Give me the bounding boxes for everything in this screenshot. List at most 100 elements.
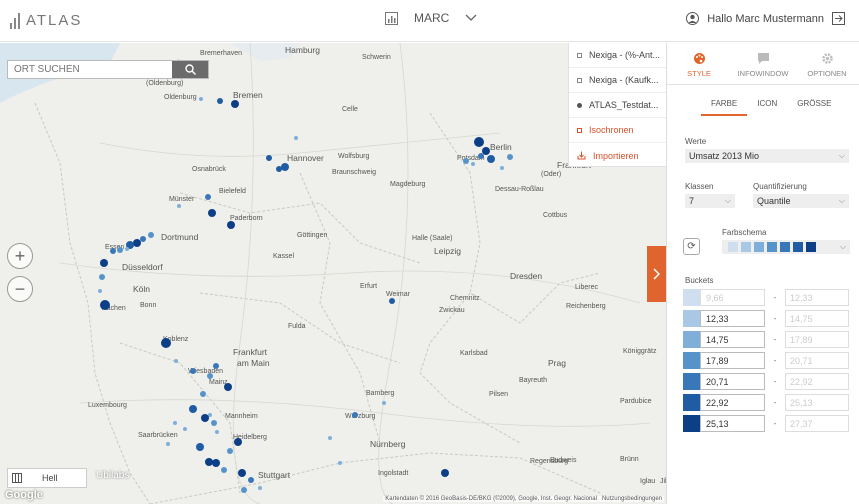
werte-select[interactable]: Umsatz 2013 Mio ⌵	[685, 149, 849, 163]
layer-item[interactable]: Nexiga - (%-Ant...	[569, 43, 666, 68]
atlas-logo[interactable]: ATLAS	[10, 12, 82, 29]
project-selector[interactable]: MARC	[385, 11, 477, 25]
data-marker[interactable]	[482, 147, 490, 155]
data-marker[interactable]	[207, 373, 213, 379]
city-label: Bremerhaven	[200, 50, 242, 57]
tab-infowindow[interactable]: INFOWINDOW	[731, 43, 795, 84]
data-marker[interactable]	[463, 158, 469, 164]
data-marker[interactable]	[205, 194, 211, 200]
data-marker[interactable]	[189, 405, 197, 413]
data-marker[interactable]	[352, 412, 358, 418]
data-marker[interactable]	[328, 436, 332, 440]
data-marker[interactable]	[99, 274, 105, 280]
chevron-right-icon	[653, 268, 660, 280]
data-marker[interactable]	[140, 236, 146, 242]
data-marker[interactable]	[213, 363, 219, 369]
data-marker[interactable]	[148, 232, 154, 238]
data-marker[interactable]	[212, 459, 220, 467]
city-label: Erfurt	[360, 283, 377, 290]
subtab-groesse[interactable]: GRÖSSE	[787, 99, 841, 116]
collapse-panel-tab[interactable]	[647, 246, 666, 302]
terms-link[interactable]: Nutzungsbedingungen	[602, 496, 662, 502]
data-marker[interactable]	[224, 383, 232, 391]
data-marker[interactable]	[382, 401, 386, 405]
layer-item-isochronen[interactable]: Isochronen	[569, 118, 666, 143]
data-marker[interactable]	[248, 477, 254, 483]
search-input[interactable]	[8, 61, 172, 78]
data-marker[interactable]	[133, 239, 141, 247]
data-marker[interactable]	[227, 448, 233, 454]
tab-optionen[interactable]: OPTIONEN	[795, 43, 859, 84]
data-marker[interactable]	[208, 209, 216, 217]
bucket-row: 25,13-27,37	[683, 415, 849, 432]
bucket-min-input[interactable]: 20,71	[700, 373, 765, 390]
subtab-icon[interactable]: ICON	[747, 99, 787, 116]
bucket-min-input[interactable]: 25,13	[700, 415, 765, 432]
data-marker[interactable]	[117, 247, 123, 253]
import-button[interactable]: Importieren	[569, 143, 666, 168]
data-marker[interactable]	[177, 204, 181, 208]
bucket-min-input[interactable]: 14,75	[700, 331, 765, 348]
bucket-min-input[interactable]: 12,33	[700, 310, 765, 327]
data-marker[interactable]	[471, 162, 475, 166]
gear-icon	[821, 53, 833, 64]
data-marker[interactable]	[201, 414, 209, 422]
layer-item[interactable]: ATLAS_Testdat...	[569, 93, 666, 118]
data-marker[interactable]	[474, 137, 484, 147]
data-marker[interactable]	[161, 338, 171, 348]
refresh-button[interactable]: ⟳	[683, 238, 700, 255]
data-marker[interactable]	[125, 247, 129, 251]
data-marker[interactable]	[166, 442, 170, 446]
data-marker[interactable]	[200, 391, 206, 397]
data-marker[interactable]	[215, 430, 219, 434]
subtab-farbe[interactable]: FARBE	[701, 99, 748, 116]
data-marker[interactable]	[100, 300, 110, 310]
zoom-in-button[interactable]: +	[7, 243, 33, 269]
bucket-min-input[interactable]: 22,92	[700, 394, 765, 411]
layer-item[interactable]: Nexiga - (Kaufk...	[569, 68, 666, 93]
color-scheme-select[interactable]: ⌵	[722, 240, 850, 254]
map-style-selector[interactable]: Hell	[7, 468, 87, 488]
data-marker[interactable]	[500, 166, 504, 170]
data-marker[interactable]	[281, 163, 289, 171]
bucket-min-input[interactable]: 17,89	[700, 352, 765, 369]
data-marker[interactable]	[183, 427, 187, 431]
data-marker[interactable]	[221, 467, 227, 473]
data-marker[interactable]	[389, 298, 395, 304]
search-button[interactable]	[172, 61, 208, 78]
data-marker[interactable]	[487, 155, 495, 163]
data-marker[interactable]	[441, 469, 449, 477]
data-marker[interactable]	[174, 359, 178, 363]
data-marker[interactable]	[98, 289, 102, 293]
chevron-down-icon: ⌵	[839, 242, 846, 251]
data-marker[interactable]	[258, 486, 262, 490]
data-marker[interactable]	[338, 461, 342, 465]
user-menu[interactable]: Hallo Marc Mustermann	[686, 12, 845, 25]
data-marker[interactable]	[231, 100, 239, 108]
data-marker[interactable]	[294, 136, 298, 140]
data-marker[interactable]	[211, 420, 217, 426]
data-marker[interactable]	[234, 438, 242, 446]
data-marker[interactable]	[100, 259, 108, 267]
quantifizierung-select[interactable]: Quantile ⌵	[753, 194, 849, 208]
data-marker[interactable]	[276, 166, 282, 172]
zoom-out-button[interactable]: −	[7, 276, 33, 302]
data-marker[interactable]	[266, 155, 272, 161]
data-marker[interactable]	[173, 421, 177, 425]
data-marker[interactable]	[227, 221, 235, 229]
data-marker[interactable]	[110, 248, 116, 254]
city-label: (Oder)	[541, 171, 561, 178]
data-marker[interactable]	[190, 368, 196, 374]
logout-icon[interactable]	[832, 12, 845, 25]
data-marker[interactable]	[205, 458, 213, 466]
data-marker[interactable]	[241, 487, 247, 493]
data-marker[interactable]	[507, 154, 513, 160]
data-marker[interactable]	[238, 469, 246, 477]
klassen-select[interactable]: 7 ⌵	[685, 194, 735, 208]
data-marker[interactable]	[196, 443, 204, 451]
tab-style[interactable]: STYLE	[667, 43, 731, 84]
data-marker[interactable]	[217, 98, 223, 104]
data-marker[interactable]	[478, 153, 484, 159]
map-canvas[interactable]: HamburgSchwerinBremerhavenCuxhavenGronin…	[0, 43, 666, 504]
data-marker[interactable]	[199, 97, 203, 101]
